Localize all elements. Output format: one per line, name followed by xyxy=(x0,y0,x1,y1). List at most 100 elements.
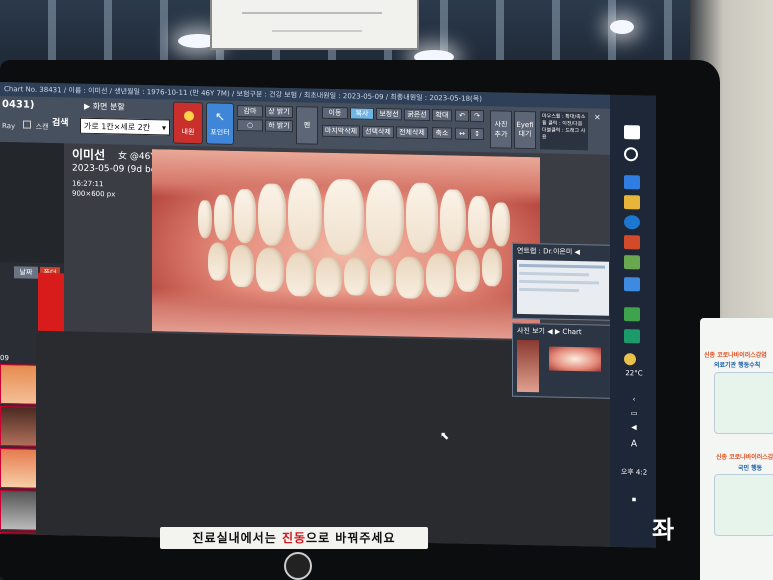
tooth xyxy=(316,256,342,298)
weather-icon xyxy=(624,353,636,366)
split-layout-select[interactable]: 가로 1칸×세로 2칸 ▾ xyxy=(80,117,170,136)
search-button[interactable]: 검색 xyxy=(52,115,69,128)
poster-title-2: 의료기관 행동수칙 xyxy=(714,362,761,369)
ceiling-light xyxy=(610,20,634,34)
delete-last-button[interactable]: 마지막삭제 xyxy=(322,124,360,138)
poster-info-box xyxy=(714,474,773,536)
xray-label: Ray xyxy=(2,122,16,131)
photo-viewer-title: 사진 보기 ◀ ▶ Chart xyxy=(517,326,582,337)
year-fragment: 09 xyxy=(0,354,9,363)
correction-line-button[interactable]: 보정선 xyxy=(376,107,402,121)
photo-viewer-thumb[interactable] xyxy=(517,339,539,393)
gamma-2-button[interactable]: ○ xyxy=(237,118,263,132)
eyefi-wait-button[interactable]: Eyefi 대기 xyxy=(514,110,536,150)
zoom-in-button[interactable]: 확대 xyxy=(432,109,452,122)
tooth xyxy=(256,247,284,292)
move-button[interactable]: 이동 xyxy=(322,106,348,120)
weather-temp: 22°C xyxy=(625,369,643,378)
app-icon[interactable] xyxy=(624,329,640,344)
panel-top-area xyxy=(0,142,64,264)
monitor-screen: Chart No. 38431 / 이름 : 이미선 / 생년월일 : 1976… xyxy=(0,82,656,548)
thumbnail-image[interactable] xyxy=(0,364,38,405)
intraoral-photo[interactable] xyxy=(152,149,540,340)
gamma-button[interactable]: 감마 xyxy=(237,104,263,118)
thumbnail-image[interactable] xyxy=(0,448,38,489)
sign-line xyxy=(272,30,362,32)
notice-text-3: 으로 바꿔주세요 xyxy=(306,531,396,545)
patient-name: 이미선 xyxy=(72,147,106,163)
network-icon[interactable]: ▭ xyxy=(614,409,654,418)
mouse-help-text: 마우스휠 : 확대/축소 휠 클릭 : 이전/다음 더블클릭 : 드래그 사용 xyxy=(540,111,588,151)
folder-icon[interactable] xyxy=(624,195,640,210)
tooth xyxy=(468,195,490,249)
poster-title-3: 신종 코로나바이러스감 xyxy=(716,454,773,461)
tooth xyxy=(288,178,322,251)
app-icon[interactable] xyxy=(624,255,640,270)
volume-icon[interactable]: ◀ xyxy=(614,423,654,432)
lower-lip xyxy=(152,287,540,340)
tooth xyxy=(344,257,368,296)
checkbox-icon[interactable] xyxy=(23,120,32,129)
tooth xyxy=(324,178,364,256)
visit-button[interactable]: 내원 xyxy=(173,101,203,145)
upper-brightness-button[interactable]: 상 밝기 xyxy=(265,105,293,119)
thumbnail-image[interactable] xyxy=(0,406,38,447)
tooth xyxy=(482,248,502,287)
chart-window-content xyxy=(517,259,609,316)
chevron-up-icon[interactable]: ‹ xyxy=(614,395,654,404)
app-icon[interactable] xyxy=(624,175,640,190)
close-icon[interactable]: × xyxy=(594,112,601,121)
windows-start-icon[interactable] xyxy=(624,125,640,140)
split-screen-label: ▶ 화면 분할 xyxy=(84,101,125,112)
flip-vertical-icon[interactable]: ↕ xyxy=(470,127,484,141)
tooth xyxy=(396,256,424,299)
notification-icon[interactable]: ▪ xyxy=(614,495,654,504)
lower-brightness-button[interactable]: 하 밝기 xyxy=(265,119,293,133)
add-photo-button[interactable]: 사진 추가 xyxy=(490,110,512,149)
copy-button[interactable]: 복사 xyxy=(350,107,374,120)
xray-checkbox[interactable]: Ray 스캔 xyxy=(2,120,49,132)
tooth xyxy=(366,179,404,257)
thumbnail-image[interactable] xyxy=(0,490,38,531)
pointer-button-label: 포인터 xyxy=(210,128,230,137)
photo-viewer-preview[interactable] xyxy=(549,346,601,372)
delete-selected-button[interactable]: 선택삭제 xyxy=(362,125,394,139)
notice-text-1: 진료실내에서는 xyxy=(192,531,282,545)
visit-icon xyxy=(184,110,194,122)
scan-label: 스캔 xyxy=(35,122,49,132)
rotate-right-icon[interactable]: ↷ xyxy=(470,109,484,123)
windows-taskbar: 22°C ‹ ▭ ◀ A 오후 4:2 ▪ xyxy=(610,94,656,548)
tooth xyxy=(198,200,212,239)
flip-horizontal-icon[interactable]: ↔ xyxy=(455,127,469,140)
chart-window-title: 연트랩 : Dr.이은미 ◀ xyxy=(517,246,580,257)
app-icon[interactable] xyxy=(624,235,640,250)
pointer-button[interactable]: ↖ 포인터 xyxy=(206,102,234,145)
visit-button-label: 내원 xyxy=(181,127,195,137)
vibrate-notice-sticker: 진료실내에서는 진동으로 바꿔주세요 xyxy=(160,527,428,549)
notice-text-2: 진동 xyxy=(281,531,307,545)
rotate-left-icon[interactable]: ↶ xyxy=(455,109,469,122)
tooth xyxy=(286,251,314,297)
poster-title-4: 국민 행동 xyxy=(738,465,763,472)
tooth xyxy=(492,202,510,247)
zoom-out-button[interactable]: 축소 xyxy=(432,127,452,140)
ime-indicator[interactable]: A xyxy=(614,439,654,450)
photo-viewer-window[interactable]: 사진 보기 ◀ ▶ Chart xyxy=(512,322,614,399)
poster-title-1: 신종 코로나바이러스감염 xyxy=(704,352,767,359)
tooth xyxy=(214,194,232,241)
thick-line-button[interactable]: 굵은선 xyxy=(404,108,430,122)
pen-button[interactable]: 펜 xyxy=(296,106,318,145)
date-sort-button[interactable]: 날짜 xyxy=(14,266,38,279)
app-icon[interactable] xyxy=(624,277,640,292)
chevron-down-icon: ▾ xyxy=(161,123,166,133)
chart-window[interactable]: 연트랩 : Dr.이은미 ◀ xyxy=(512,242,614,321)
delete-all-button[interactable]: 전체삭제 xyxy=(396,126,428,139)
wall-sign xyxy=(210,0,419,50)
clock-time[interactable]: 오후 4:2 xyxy=(614,467,654,478)
edge-icon[interactable] xyxy=(624,215,640,230)
tooth xyxy=(440,189,466,252)
app-icon[interactable] xyxy=(624,307,640,322)
tooth xyxy=(370,257,394,297)
search-icon[interactable] xyxy=(624,147,638,162)
tooth xyxy=(208,242,228,281)
